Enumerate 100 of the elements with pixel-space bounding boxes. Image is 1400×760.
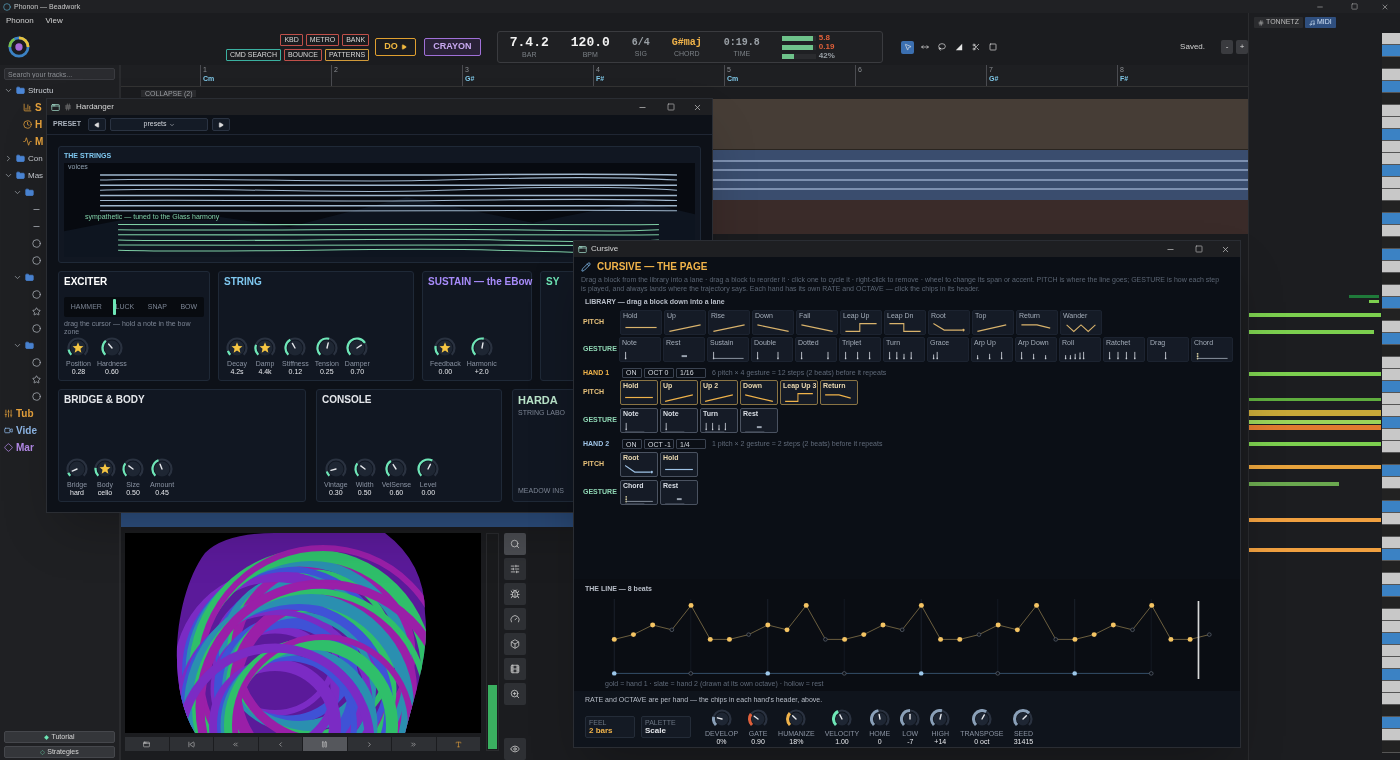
- play-icon: [400, 44, 407, 51]
- maximize-icon[interactable]: [667, 103, 675, 111]
- gesture-ticks-icon: [681, 354, 687, 357]
- next-preset-button[interactable]: [212, 118, 230, 131]
- circle-icon: [32, 324, 41, 333]
- square-tool-button[interactable]: [986, 40, 1000, 54]
- module-title: BRIDGE & BODY: [64, 395, 145, 405]
- music-note-icon: [1308, 19, 1315, 26]
- pointer-icon: [903, 43, 912, 52]
- zoom-button[interactable]: -: [1221, 40, 1233, 55]
- chevron-icon[interactable]: [13, 273, 23, 282]
- close-icon[interactable]: [1221, 244, 1230, 254]
- back-icon: [276, 740, 284, 748]
- gesture-ticks-icon: [705, 422, 727, 431]
- pitch-shape-icon: [704, 394, 734, 402]
- cube-icon: [510, 639, 520, 649]
- gesture-ticks-icon: [1020, 350, 1047, 359]
- tree-item[interactable]: S: [35, 102, 42, 113]
- gesture-ticks-icon: [1064, 350, 1085, 359]
- text-icon: [454, 740, 462, 748]
- window-icon: [143, 740, 151, 748]
- pause-button[interactable]: [303, 737, 348, 751]
- gesture-ticks-icon: [625, 422, 627, 431]
- knob[interactable]: [869, 708, 890, 729]
- right-triangle-icon: [218, 121, 224, 128]
- folder-icon: [16, 171, 25, 180]
- chevron-icon[interactable]: [13, 188, 23, 197]
- tree-item[interactable]: Con: [28, 154, 43, 163]
- readout-value: 120.0: [570, 36, 610, 50]
- zoom-in-button[interactable]: [504, 683, 526, 705]
- pitch-shape-icon: [744, 394, 774, 402]
- knob[interactable]: [900, 708, 921, 729]
- pitch-shape-icon: [624, 464, 653, 473]
- sliders-button[interactable]: [504, 558, 526, 580]
- tree-item[interactable]: Vide: [16, 425, 37, 436]
- gesture-ticks-icon: [665, 422, 667, 431]
- tree-item[interactable]: M: [35, 136, 44, 147]
- star-icon: [32, 375, 41, 384]
- chevron-icon[interactable]: [4, 86, 14, 95]
- gesture-ticks-icon: [756, 350, 779, 359]
- app-logo-icon: [8, 36, 30, 59]
- clock-icon: [23, 120, 32, 129]
- tree-item[interactable]: Tub: [16, 408, 34, 419]
- sliders-icon: [510, 564, 520, 574]
- eye-icon: [510, 744, 520, 754]
- lasso-tool-button[interactable]: [935, 40, 949, 54]
- readout-value: 6/4: [631, 37, 650, 48]
- window-button[interactable]: [125, 737, 170, 751]
- film-button[interactable]: [504, 658, 526, 680]
- circle-icon: [32, 358, 41, 367]
- circle-icon: [32, 239, 41, 248]
- menu-item[interactable]: View: [45, 15, 63, 28]
- module-title: SUSTAIN — the EBow: [428, 277, 533, 287]
- grid-icon: [1258, 19, 1264, 26]
- app-window-icon: [51, 102, 60, 112]
- save-status: Saved.: [1180, 41, 1205, 54]
- meter-reading: 5.8: [818, 34, 830, 43]
- bug-button[interactable]: [504, 583, 526, 605]
- gesture-ticks-icon: [976, 350, 1003, 359]
- pitch-shape-icon: [824, 394, 852, 399]
- readout-value: 0:19.8: [723, 37, 760, 48]
- left-triangle-icon: [94, 121, 100, 128]
- diamond-icon: [4, 443, 13, 452]
- gauge-button[interactable]: [504, 608, 526, 630]
- tree-item[interactable]: Structu: [28, 86, 54, 95]
- eye-button[interactable]: [504, 738, 526, 760]
- app-window-icon: [578, 244, 587, 254]
- search-icon: [510, 539, 520, 549]
- close-icon[interactable]: [693, 102, 702, 112]
- pitch-shape-icon: [1066, 323, 1096, 332]
- maximize-icon[interactable]: [1351, 3, 1358, 10]
- chevron-icon[interactable]: [13, 341, 23, 350]
- cursor-handle[interactable]: [113, 299, 116, 315]
- search-button[interactable]: [504, 533, 526, 555]
- close-icon[interactable]: [1381, 2, 1389, 11]
- maximize-icon[interactable]: [1195, 245, 1203, 253]
- diamond-icon: [40, 749, 46, 755]
- skip-back-button[interactable]: [169, 737, 214, 751]
- fit-icon: [920, 43, 929, 52]
- cube-button[interactable]: [504, 633, 526, 655]
- tree-item[interactable]: H: [35, 119, 43, 130]
- pitch-shape-icon: [756, 323, 790, 332]
- gesture-ticks-icon: [1196, 352, 1229, 359]
- chevron-icon[interactable]: [4, 171, 14, 180]
- crayon-button[interactable]: CRAYON: [424, 38, 481, 57]
- pitch-shape-icon: [784, 393, 814, 402]
- window-title: Cursive: [591, 245, 619, 253]
- tree-item[interactable]: Mar: [16, 442, 34, 453]
- brand-title: HARDA: [518, 395, 558, 406]
- knob[interactable]: [930, 708, 951, 729]
- bar-chart-icon: [23, 103, 32, 112]
- zoom-button[interactable]: +: [1236, 40, 1248, 55]
- previous-preset-button[interactable]: [88, 118, 106, 131]
- do-button[interactable]: DO: [375, 38, 416, 57]
- caret-icon: [168, 121, 175, 128]
- menu-item[interactable]: Phonon: [6, 15, 34, 28]
- pointer-tool-button[interactable]: [901, 40, 915, 54]
- gesture-ticks-icon: [712, 350, 745, 359]
- tree-item[interactable]: Mas: [28, 171, 44, 180]
- film-icon: [510, 664, 520, 674]
